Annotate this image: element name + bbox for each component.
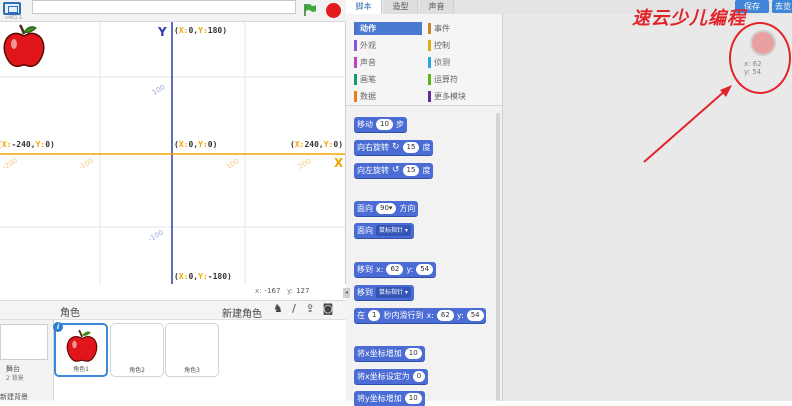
steps-input[interactable]: 10 <box>376 119 393 130</box>
apple-sprite[interactable] <box>0 22 48 70</box>
block-turn-right[interactable]: 向右旋转 ↻ 15 度 <box>354 140 434 155</box>
block-point-direction[interactable]: 面向 90▾ 方向 <box>354 201 419 216</box>
version-label: v461.1 <box>5 15 23 21</box>
stage-thumbnail[interactable] <box>0 324 48 360</box>
green-flag-icon[interactable] <box>303 3 317 17</box>
stage-thumbnail-column: 舞台 2 背景 新建背景 <box>0 320 54 401</box>
cloud-button[interactable]: 去览 <box>772 0 792 13</box>
annotation-arrow <box>643 85 732 163</box>
sprite-name-3: 角色3 <box>184 367 200 374</box>
sprite-tile-3[interactable]: 角色3 <box>165 323 219 377</box>
change-x-input[interactable]: 10 <box>404 348 422 359</box>
turn-right-input[interactable]: 15 <box>402 142 420 153</box>
stage[interactable]: Y X (X:0,Y:180) (X:0,Y:0) (X:-240,Y:0) (… <box>0 22 346 284</box>
block-turn-left[interactable]: 向左旋转 ↺ 15 度 <box>354 163 434 178</box>
category-sensing[interactable]: 侦测 <box>428 56 496 69</box>
rotate-counterclockwise-icon: ↺ <box>392 165 400 175</box>
glide-y-input[interactable]: 54 <box>466 310 484 321</box>
goto-x-input[interactable]: 62 <box>386 264 404 275</box>
coord-bottom: (X:0,Y:-180) <box>174 272 232 281</box>
block-goto[interactable]: 移到 鼠标指针 ▾ <box>354 285 414 300</box>
rotate-clockwise-icon: ↻ <box>392 142 400 152</box>
stop-button[interactable] <box>326 3 341 18</box>
block-move-steps[interactable]: 移动 10 步 <box>354 117 407 132</box>
block-change-x[interactable]: 将x坐标增加 10 <box>354 346 425 361</box>
category-sound[interactable]: 声音 <box>354 56 422 69</box>
block-glide[interactable]: 在 1 秒内滑行到 x: 62 y: 54 <box>354 308 486 323</box>
block-change-y[interactable]: 将y坐标增加 10 <box>354 391 425 406</box>
coord-top: (X:0,Y:180) <box>174 26 228 35</box>
watermark-logo: 速云少儿编程 <box>632 8 746 29</box>
collapse-handle[interactable]: ◂ <box>343 288 350 298</box>
coord-center: (X:0,Y:0) <box>174 140 218 149</box>
block-point-towards[interactable]: 面向 鼠标指针 ▾ <box>354 223 414 238</box>
info-icon[interactable]: i <box>53 322 63 332</box>
coord-left: (X:-240,Y:0) <box>0 140 55 149</box>
category-operators[interactable]: 运算符 <box>428 73 496 86</box>
stage-backdrop-count: 2 背景 <box>6 375 24 382</box>
sprite-name-1: 角色1 <box>73 366 89 373</box>
x-axis-label: X <box>334 156 344 170</box>
tab-sounds[interactable]: 声音 <box>420 0 454 14</box>
apple-thumbnail <box>66 329 98 362</box>
category-looks[interactable]: 外观 <box>354 39 422 52</box>
sprites-title: 角色 <box>60 308 80 319</box>
choose-sprite-icon[interactable]: ♞ <box>272 303 284 315</box>
upload-sprite-icon[interactable]: ⇪ <box>304 303 316 315</box>
block-categories: 动作 事件 外观 控制 声音 侦测 画笔 运算符 数据 更多模块 <box>346 14 502 106</box>
sprite-tile-2[interactable]: 角色2 <box>110 323 164 377</box>
block-set-x[interactable]: 将x坐标设定为 0 <box>354 369 429 384</box>
y-axis-label: Y <box>158 25 167 39</box>
glide-seconds-input[interactable]: 1 <box>368 310 381 321</box>
point-towards-dropdown[interactable]: 鼠标指针 ▾ <box>376 225 411 236</box>
tab-costumes[interactable]: 造型 <box>384 0 418 14</box>
fullscreen-icon[interactable] <box>3 2 21 15</box>
sprite-tile-1[interactable]: 角色1 <box>54 323 108 377</box>
palette-scrollbar[interactable] <box>496 113 500 401</box>
block-goto-xy[interactable]: 移到 x: 62 y: 54 <box>354 262 437 277</box>
sprite-name-2: 角色2 <box>129 367 145 374</box>
category-more-blocks[interactable]: 更多模块 <box>428 90 496 103</box>
mouse-readout: x: -167 y: 127 <box>255 287 310 295</box>
category-control[interactable]: 控制 <box>428 39 496 52</box>
category-data[interactable]: 数据 <box>354 90 422 103</box>
change-y-input[interactable]: 10 <box>404 393 422 404</box>
goto-y-input[interactable]: 54 <box>416 264 434 275</box>
set-x-input[interactable]: 0 <box>412 371 426 382</box>
goto-dropdown[interactable]: 鼠标指针 ▾ <box>376 287 411 298</box>
project-title-input[interactable] <box>32 0 296 14</box>
stage-grid <box>0 22 345 284</box>
direction-input[interactable]: 90▾ <box>376 203 397 214</box>
coord-right: (X:240,Y:0) <box>290 140 344 149</box>
tab-scripts[interactable]: 脚本 <box>346 0 382 14</box>
category-events[interactable]: 事件 <box>428 22 496 35</box>
category-motion[interactable]: 动作 <box>354 22 422 35</box>
new-sprite-label: 新建角色 <box>222 309 262 320</box>
glide-x-input[interactable]: 62 <box>436 310 454 321</box>
annotation-highlight-circle <box>729 22 791 94</box>
turn-left-input[interactable]: 15 <box>402 165 420 176</box>
category-pen[interactable]: 画笔 <box>354 73 422 86</box>
paint-sprite-icon[interactable]: / <box>288 303 300 315</box>
camera-icon[interactable]: ◙ <box>322 303 334 315</box>
